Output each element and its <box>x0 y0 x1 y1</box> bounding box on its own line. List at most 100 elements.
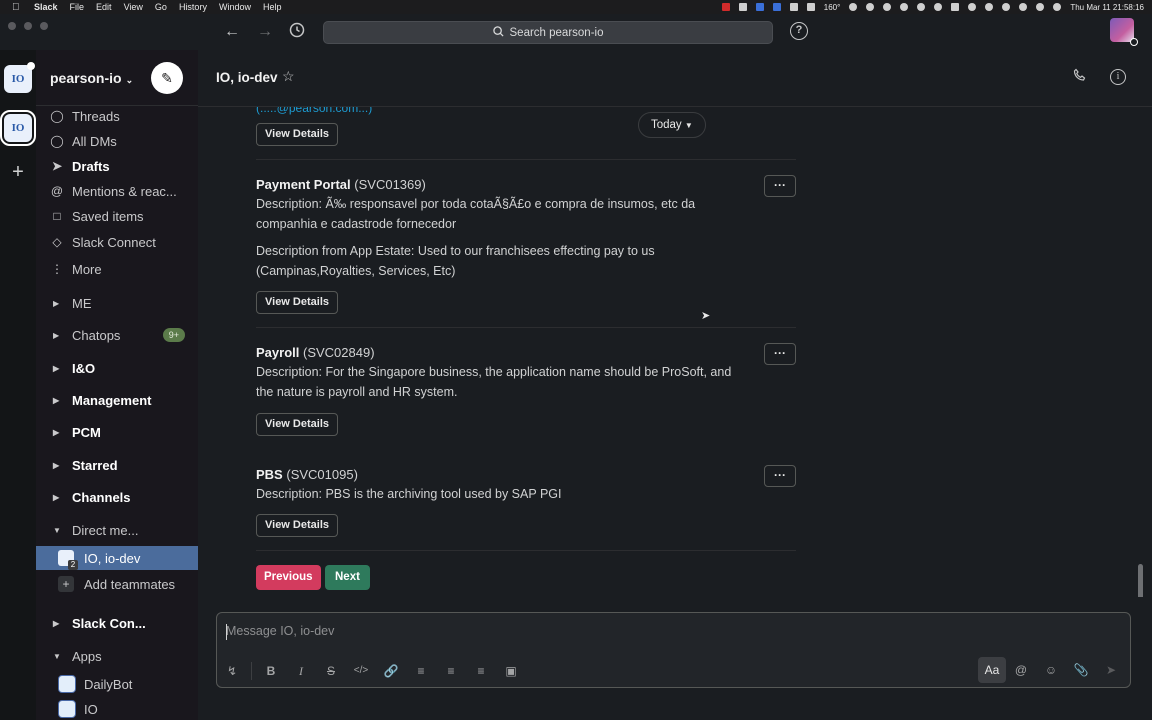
workspace-name[interactable]: pearson-io ⌄ <box>50 70 133 86</box>
channel-title[interactable]: IO, io-dev <box>216 70 278 85</box>
menu-file[interactable]: File <box>70 2 85 12</box>
strikethrough-icon[interactable]: S <box>316 658 346 684</box>
control-center-icon[interactable] <box>1036 3 1045 11</box>
forward-arrow-icon[interactable]: → <box>255 22 275 42</box>
tool-icon[interactable] <box>789 3 798 11</box>
menu-go[interactable]: Go <box>155 2 167 12</box>
sidebar-section-pcm[interactable]: ▶ PCM <box>36 420 198 444</box>
message-input[interactable]: Message IO, io-dev <box>226 624 334 638</box>
search-bar[interactable]: Search pearson-io <box>323 21 773 44</box>
scrollbar-thumb[interactable] <box>1138 564 1143 597</box>
sidebar-item-threads[interactable]: ◯ Threads <box>36 104 198 128</box>
phone-icon[interactable] <box>1073 68 1087 85</box>
sidebar-item-mentions[interactable]: @ Mentions & reac... <box>36 179 198 203</box>
vpn-icon[interactable] <box>806 3 815 11</box>
sidebar-section-channels[interactable]: ▶ Channels <box>36 485 198 509</box>
bluetooth-icon[interactable] <box>934 3 943 11</box>
user-icon[interactable] <box>985 3 994 11</box>
link-icon[interactable]: 🔗 <box>376 658 406 684</box>
compose-button[interactable]: ✎ <box>151 62 183 94</box>
moon-icon[interactable] <box>883 3 892 11</box>
menu-slack[interactable]: Slack <box>34 2 58 12</box>
apple-menu-icon[interactable]:  <box>12 2 26 13</box>
sidebar-item-app-dailybot[interactable]: DailyBot <box>36 672 198 696</box>
sidebar-section-chatops[interactable]: ▶ Chatops 9+ <box>36 323 198 347</box>
sidebar-item-more[interactable]: ⋮ More <box>36 257 198 281</box>
sidebar-item-saved[interactable]: □ Saved items <box>36 204 198 228</box>
help-icon[interactable]: ? <box>790 22 808 40</box>
more-actions-button[interactable]: ··· <box>764 343 796 365</box>
sidebar-section-direct-messages[interactable]: ▼ Direct me... <box>36 518 198 542</box>
sidebar-item-label: Drafts <box>72 158 110 174</box>
sidebar-item-slack-connect[interactable]: ◇ Slack Connect <box>36 230 198 254</box>
bulleted-list-icon[interactable]: ≡ <box>436 658 466 684</box>
wifi-icon[interactable] <box>968 3 977 11</box>
menu-edit[interactable]: Edit <box>96 2 112 12</box>
sidebar-section-me[interactable]: ▶ ME <box>36 291 198 315</box>
date-divider-today[interactable]: Today ▼ <box>638 112 706 138</box>
status-icon[interactable] <box>849 3 858 11</box>
volume-icon[interactable] <box>917 3 926 11</box>
sidebar-section-management[interactable]: ▶ Management <box>36 388 198 412</box>
view-details-button[interactable]: View Details <box>256 514 338 537</box>
shortcuts-lightning-icon[interactable]: ↯ <box>217 658 247 684</box>
status-icon[interactable] <box>866 3 875 11</box>
view-details-button[interactable]: View Details <box>256 413 338 436</box>
zoom-window-button[interactable] <box>40 22 48 30</box>
section-label: Management <box>72 392 152 408</box>
status-app-icon[interactable] <box>721 3 730 11</box>
formatting-toggle-button[interactable]: Aa <box>978 657 1006 683</box>
view-details-button[interactable]: View Details <box>256 123 338 146</box>
menu-view[interactable]: View <box>124 2 143 12</box>
spotlight-search-icon[interactable] <box>1019 3 1028 11</box>
close-window-button[interactable] <box>8 22 16 30</box>
user-avatar[interactable] <box>1110 18 1138 46</box>
back-arrow-icon[interactable]: ← <box>222 22 242 42</box>
code-icon[interactable]: </> <box>346 658 376 684</box>
activity-graph-icon[interactable] <box>772 3 781 11</box>
sidebar-item-drafts[interactable]: ➤ Drafts <box>36 154 198 178</box>
previous-button[interactable]: Previous <box>256 565 321 590</box>
ordered-list-icon[interactable]: ≡ <box>406 658 436 684</box>
blockquote-icon[interactable]: ≡ <box>466 658 496 684</box>
partial-email-link[interactable]: (.....@pearson.com...) <box>256 107 372 115</box>
service-title: Payroll (SVC02849) <box>256 345 375 360</box>
send-icon[interactable]: ➤ <box>1096 657 1126 683</box>
italic-icon[interactable]: I <box>286 658 316 684</box>
info-icon[interactable]: i <box>1110 69 1126 85</box>
sidebar-item-add-teammates[interactable]: + Add teammates <box>36 572 198 596</box>
menu-help[interactable]: Help <box>263 2 282 12</box>
sidebar-item-app-io[interactable]: IO <box>36 697 198 720</box>
sidebar-section-starred[interactable]: ▶ Starred <box>36 453 198 477</box>
star-icon[interactable]: ☆ <box>282 68 295 85</box>
code-block-icon[interactable]: ▣ <box>496 658 526 684</box>
battery-temperature[interactable]: 160° <box>824 3 841 12</box>
status-icon[interactable] <box>900 3 909 11</box>
emoji-icon[interactable]: ☺ <box>1036 657 1066 683</box>
menu-history[interactable]: History <box>179 2 207 12</box>
bold-icon[interactable]: B <box>256 658 286 684</box>
workspace-header[interactable]: pearson-io ⌄ ✎ <box>36 50 198 106</box>
battery-icon[interactable] <box>951 3 960 11</box>
menu-window[interactable]: Window <box>219 2 251 12</box>
more-actions-button[interactable]: ··· <box>764 175 796 197</box>
sidebar-item-all-dms[interactable]: ◯ All DMs <box>36 129 198 153</box>
activity-graph-icon[interactable] <box>755 3 764 11</box>
sidebar-item-dm-io-dev[interactable]: 2 IO, io-dev <box>36 546 198 570</box>
next-button[interactable]: Next <box>325 565 370 590</box>
add-workspace-icon[interactable]: + <box>8 162 28 182</box>
clock-icon[interactable] <box>1002 3 1011 11</box>
workspace-icon-active[interactable]: IO <box>0 110 36 146</box>
view-details-button[interactable]: View Details <box>256 291 338 314</box>
menu-bar-clock[interactable]: Thu Mar 11 21:58:16 <box>1070 3 1144 12</box>
siri-icon[interactable] <box>1053 3 1062 11</box>
sidebar-section-io[interactable]: ▶ I&O <box>36 356 198 380</box>
minimize-window-button[interactable] <box>24 22 32 30</box>
sidebar-section-apps[interactable]: ▼ Apps <box>36 644 198 668</box>
history-clock-icon[interactable] <box>287 22 307 42</box>
docker-icon[interactable] <box>738 3 747 11</box>
sidebar-section-slack-connect[interactable]: ▶ Slack Con... <box>36 611 198 635</box>
mention-icon[interactable]: @ <box>1006 657 1036 683</box>
attachment-icon[interactable]: 📎 <box>1066 657 1096 683</box>
more-actions-button[interactable]: ··· <box>764 465 796 487</box>
